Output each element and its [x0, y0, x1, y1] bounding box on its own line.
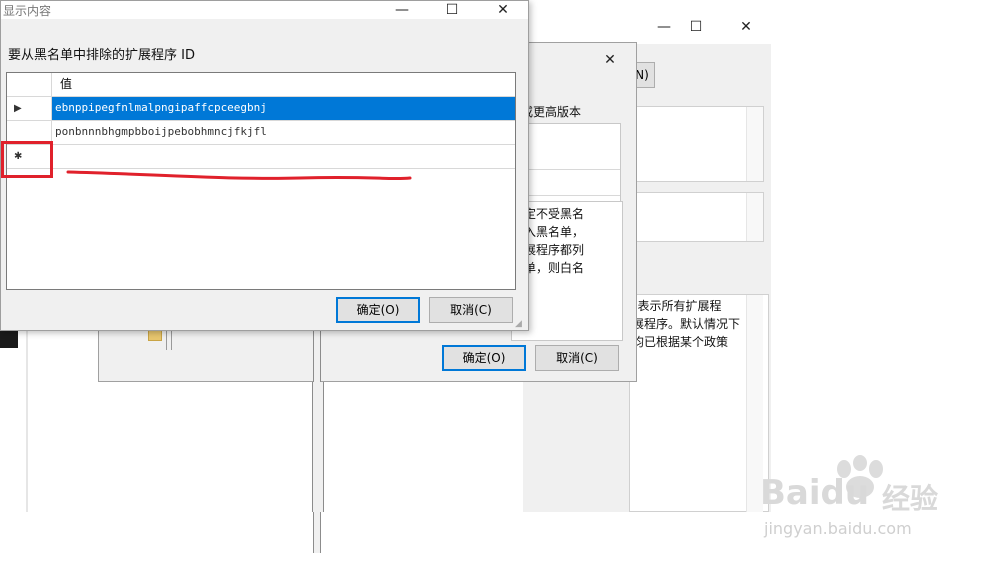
paw-toe: [853, 455, 867, 471]
annotation-underline: [66, 170, 412, 181]
middle-cancel-label: 取消(C): [556, 351, 598, 365]
grid-header-row: 值: [7, 73, 515, 97]
tree-folder-icon: [148, 330, 162, 341]
left-pane-background: [26, 330, 28, 512]
middle-help-line-3: 展程序都列: [524, 243, 585, 257]
row-value-cell[interactable]: ebnppipegfnlmalpngipaffcpceegbnj: [52, 97, 515, 120]
column-header-value[interactable]: 值: [52, 73, 515, 96]
back-desc-line-3: 均已根据某个政策: [632, 335, 729, 349]
middle-ok-label: 确定(O): [462, 351, 506, 365]
baidu-brand-end: du: [820, 473, 870, 513]
table-row[interactable]: ▶ ebnppipegfnlmalpngipaffcpceegbnj: [7, 97, 515, 121]
row-value-cell[interactable]: ponbnnnbhgmpbboijpebobhmncjfkjfl: [52, 121, 515, 144]
baidu-brand: Baidu: [760, 473, 869, 513]
dialog-minimize-icon[interactable]: —: [379, 1, 425, 21]
baidu-watermark: Baidu 经验 jingyan.baidu.com: [760, 455, 990, 545]
back-desc-line-1: "表示所有扩展程: [632, 299, 722, 313]
back-option-box-1-scrollbar[interactable]: [746, 107, 763, 181]
middle-help-line-4: 单，则白名: [524, 261, 585, 275]
dialog-cancel-button[interactable]: 取消(C): [429, 297, 513, 323]
dialog-close-icon[interactable]: ✕: [480, 1, 526, 21]
dialog-cancel-label: 取消(C): [450, 303, 492, 317]
back-close-icon[interactable]: ✕: [723, 18, 769, 38]
annotation-underline-stroke: [66, 170, 412, 181]
middle-help-line-2: 入黑名单，: [524, 225, 585, 239]
baidu-jingyan-cn: 经验: [882, 482, 939, 515]
middle-close-icon[interactable]: ✕: [587, 51, 633, 71]
left-edge-dark-strip: [0, 330, 18, 348]
dialog-maximize-icon[interactable]: ☐: [429, 1, 475, 21]
back-help-button-label: N): [635, 68, 649, 82]
baidu-url: jingyan.baidu.com: [764, 519, 912, 538]
annotation-highlight-box: [1, 141, 53, 178]
back-option-box-2-scrollbar[interactable]: [746, 193, 763, 241]
dialog-title: 显示内容: [3, 4, 52, 18]
tree-pane-edge: [166, 330, 172, 350]
table-row[interactable]: ponbnnnbhgmpbboijpebobhmncjfkjfl: [7, 121, 515, 145]
middle-cancel-button[interactable]: 取消(C): [535, 345, 619, 371]
back-option-box-2: [629, 192, 764, 242]
dialog-ok-label: 确定(O): [356, 303, 400, 317]
row-current-marker-icon: ▶: [7, 97, 52, 120]
new-row-value-cell[interactable]: [52, 145, 515, 168]
middle-help-line-1: 定不受黑名: [524, 207, 585, 221]
row-header-corner: [7, 73, 52, 96]
resize-grip-icon[interactable]: ◢: [515, 319, 525, 329]
back-maximize-icon[interactable]: ☐: [673, 18, 719, 38]
back-desc-line-2: 展程序。默认情况下: [632, 317, 741, 331]
paw-toe: [869, 460, 883, 478]
dialog-ok-button[interactable]: 确定(O): [336, 297, 420, 323]
middle-text-top: 或更高版本: [521, 105, 582, 119]
dialog-heading: 要从黑名单中排除的扩展程序 ID: [8, 48, 195, 63]
left-splitter[interactable]: [312, 382, 324, 512]
back-option-box-1: [629, 106, 764, 182]
baidu-brand-start: Bai: [760, 473, 821, 513]
middle-ok-button[interactable]: 确定(O): [442, 345, 526, 371]
